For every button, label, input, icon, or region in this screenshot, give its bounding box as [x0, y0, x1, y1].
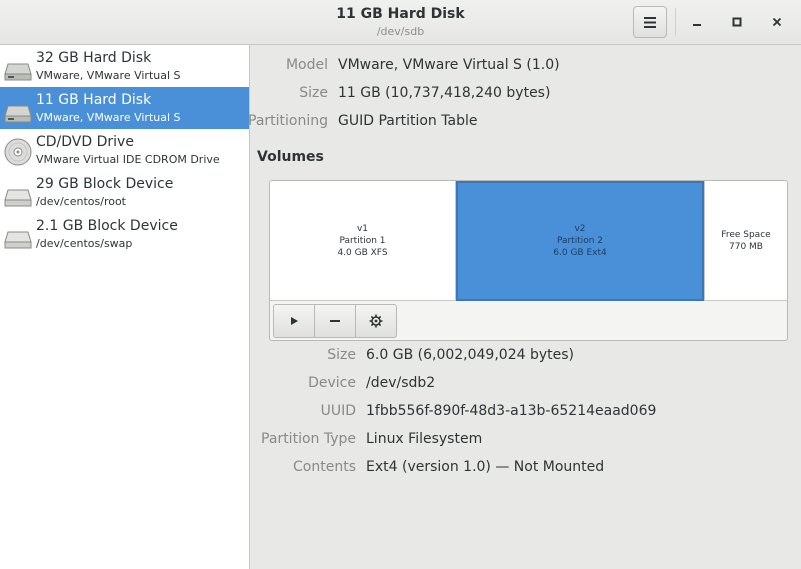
device-name: 11 GB Hard Disk [36, 92, 152, 108]
device-sidebar: 32 GB Hard Disk VMware, VMware Virtual S… [0, 45, 250, 569]
contents-row: Contents Ext4 (version 1.0) — Not Mounte… [251, 459, 801, 479]
partitioning-row: Partitioning GUID Partition Table [248, 113, 801, 133]
window-subtitle: /dev/sdb [376, 25, 425, 38]
uuid-row: UUID 1fbb556f-890f-48d3-a13b-65214eaad06… [251, 403, 801, 423]
volumes-heading: Volumes [257, 149, 324, 165]
device-name: 2.1 GB Block Device [36, 218, 178, 234]
device-item-2-1gb-block-device[interactable]: 2.1 GB Block Device /dev/centos/swap [0, 213, 249, 255]
play-icon [291, 317, 298, 325]
optical-disc-icon [4, 138, 32, 166]
model-row: Model VMware, VMware Virtual S (1.0) [251, 57, 801, 77]
block-device-icon [4, 189, 32, 207]
partition-type-value: Linux Filesystem [366, 431, 483, 447]
device-item-cd-dvd-drive[interactable]: CD/DVD Drive VMware Virtual IDE CDROM Dr… [0, 129, 249, 171]
device-subtitle: VMware Virtual IDE CDROM Drive [36, 153, 220, 166]
block-device-icon [4, 231, 32, 249]
device-name: 29 GB Block Device [36, 176, 174, 192]
free-space-size: 770 MB [729, 242, 763, 252]
partition-2-name: v2 [574, 224, 586, 234]
partition-type-row: Partition Type Linux Filesystem [251, 431, 801, 451]
disk-details-panel: Model VMware, VMware Virtual S (1.0) Siz… [248, 45, 801, 569]
maximize-icon [732, 17, 742, 27]
model-label: Model [285, 57, 328, 73]
free-space-block[interactable]: Free Space 770 MB [705, 181, 787, 301]
model-value: VMware, VMware Virtual S (1.0) [338, 57, 560, 73]
partition-1-block[interactable]: v1 Partition 1 4.0 GB XFS [270, 181, 455, 301]
minimize-icon [693, 24, 701, 26]
partition-1-size: 4.0 GB XFS [337, 248, 388, 258]
partition-1-number: Partition 1 [339, 236, 386, 246]
device-label: Device [308, 375, 356, 391]
free-space-label: Free Space [721, 230, 771, 240]
contents-value: Ext4 (version 1.0) — Not Mounted [366, 459, 605, 475]
device-subtitle: VMware, VMware Virtual S [36, 69, 181, 82]
hard-disk-icon [4, 63, 32, 81]
mount-button[interactable] [273, 304, 315, 338]
device-item-32gb-hard-disk[interactable]: 32 GB Hard Disk VMware, VMware Virtual S [0, 45, 249, 87]
device-item-29gb-block-device[interactable]: 29 GB Block Device /dev/centos/root [0, 171, 249, 213]
partition-size-value: 6.0 GB (6,002,049,024 bytes) [366, 347, 574, 363]
partition-2-size: 6.0 GB Ext4 [553, 248, 607, 258]
uuid-value: 1fbb556f-890f-48d3-a13b-65214eaad069 [366, 403, 657, 419]
partitioning-value: GUID Partition Table [338, 113, 478, 129]
contents-label: Contents [293, 459, 356, 475]
device-subtitle: /dev/centos/root [36, 195, 126, 208]
maximize-button[interactable] [723, 8, 751, 36]
partition-1-name: v1 [356, 224, 369, 234]
device-value: /dev/sdb2 [366, 375, 436, 391]
volume-map: v1 Partition 1 4.0 GB XFS v2 Partition 2… [270, 181, 787, 301]
header-separator [675, 8, 676, 36]
disk-size-row: Size 11 GB (10,737,418,240 bytes) [251, 85, 801, 105]
device-item-11gb-hard-disk[interactable]: 11 GB Hard Disk VMware, VMware Virtual S [0, 87, 249, 129]
hamburger-menu-icon [644, 16, 656, 28]
hard-disk-icon [4, 105, 32, 123]
partition-type-label: Partition Type [261, 431, 356, 447]
volumes-box: v1 Partition 1 4.0 GB XFS v2 Partition 2… [269, 180, 788, 341]
delete-partition-button[interactable] [314, 304, 356, 338]
device-name: CD/DVD Drive [36, 134, 134, 150]
window-title: 11 GB Hard Disk [336, 6, 465, 22]
partition-size-label: Size [327, 347, 356, 363]
disk-size-value: 11 GB (10,737,418,240 bytes) [338, 85, 551, 101]
device-subtitle: /dev/centos/swap [36, 237, 133, 250]
disk-size-label: Size [299, 85, 328, 101]
close-button[interactable] [763, 8, 791, 36]
device-subtitle: VMware, VMware Virtual S [36, 111, 181, 124]
menu-button[interactable] [633, 6, 667, 38]
partition-size-row: Size 6.0 GB (6,002,049,024 bytes) [251, 347, 801, 367]
partitioning-label: Partitioning [248, 113, 328, 129]
gear-icon [369, 314, 383, 328]
partition-options-button[interactable] [355, 304, 397, 338]
close-icon [772, 17, 782, 27]
device-name: 32 GB Hard Disk [36, 50, 152, 66]
partition-2-number: Partition 2 [556, 236, 604, 246]
header-bar: 11 GB Hard Disk /dev/sdb [0, 0, 801, 45]
minimize-button[interactable] [683, 8, 711, 36]
uuid-label: UUID [320, 403, 356, 419]
volume-toolbar [273, 304, 397, 338]
minus-icon [330, 320, 340, 322]
device-row: Device /dev/sdb2 [251, 375, 801, 395]
partition-2-block[interactable]: v2 Partition 2 6.0 GB Ext4 [456, 181, 704, 301]
